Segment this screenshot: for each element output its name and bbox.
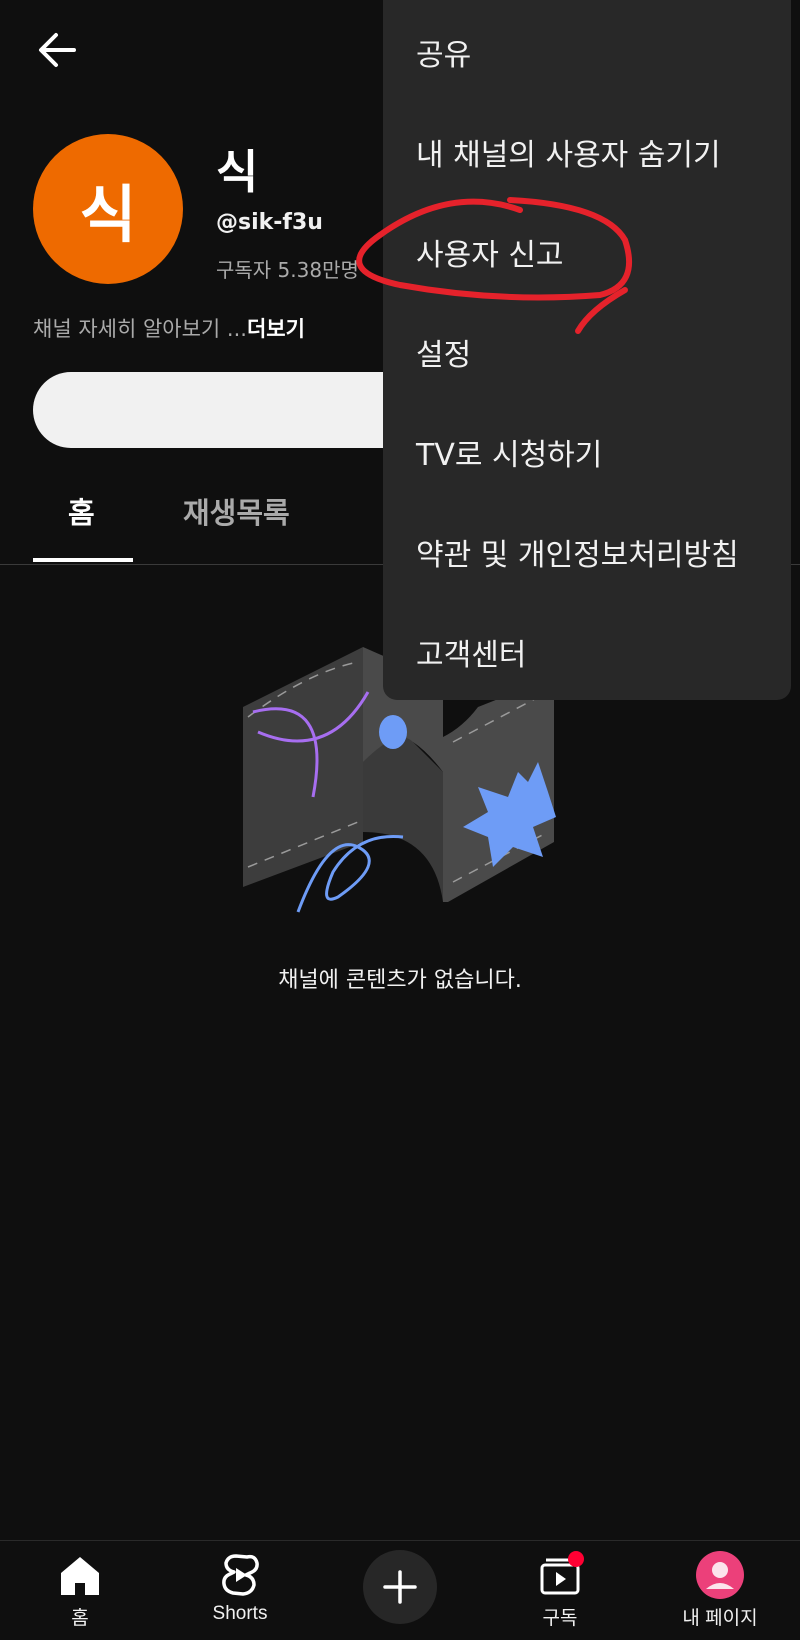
- tab-selected-indicator: [33, 558, 133, 562]
- nav-shorts[interactable]: Shorts: [160, 1541, 320, 1640]
- profile-icon: [696, 1551, 744, 1599]
- overflow-menu: 공유 내 채널의 사용자 숨기기 사용자 신고 설정 TV로 시청하기 약관 및…: [383, 0, 791, 700]
- menu-item-settings[interactable]: 설정: [416, 330, 471, 374]
- nav-subscriptions[interactable]: 구독: [480, 1541, 640, 1640]
- channel-name: 식: [216, 145, 259, 199]
- channel-handle: @sik-f3u: [216, 210, 323, 235]
- more-link[interactable]: 더보기: [247, 317, 305, 341]
- menu-item-report-user[interactable]: 사용자 신고: [416, 230, 564, 274]
- back-arrow-icon[interactable]: [30, 22, 86, 78]
- menu-item-hide-user[interactable]: 내 채널의 사용자 숨기기: [416, 130, 721, 174]
- subscriber-count: 구독자 5.38만명: [216, 258, 359, 282]
- empty-state-message: 채널에 콘텐츠가 없습니다.: [278, 968, 522, 993]
- channel-description[interactable]: 채널 자세히 알아보기 ...더보기: [33, 313, 305, 343]
- create-button[interactable]: [363, 1550, 437, 1624]
- tab-playlists[interactable]: 재생목록: [183, 490, 290, 532]
- nav-subscriptions-label: 구독: [542, 1608, 578, 1629]
- channel-avatar: 식: [33, 134, 183, 284]
- nav-my-page-label: 내 페이지: [682, 1608, 758, 1629]
- nav-home[interactable]: 홈: [0, 1541, 160, 1640]
- nav-shorts-label: Shorts: [212, 1603, 268, 1624]
- menu-item-terms-privacy[interactable]: 약관 및 개인정보처리방침: [416, 530, 739, 574]
- menu-item-help-center[interactable]: 고객센터: [416, 630, 526, 674]
- home-icon: [61, 1557, 99, 1595]
- channel-description-text: 채널 자세히 알아보기 ...: [33, 317, 247, 341]
- shorts-icon: [222, 1554, 259, 1596]
- plus-icon: [383, 1570, 417, 1604]
- menu-item-share[interactable]: 공유: [416, 30, 471, 74]
- nav-my-page[interactable]: 내 페이지: [640, 1541, 800, 1640]
- nav-home-label: 홈: [71, 1608, 89, 1629]
- tab-home[interactable]: 홈: [68, 490, 95, 532]
- subscriptions-icon: [540, 1551, 584, 1595]
- menu-item-watch-on-tv[interactable]: TV로 시청하기: [416, 430, 602, 474]
